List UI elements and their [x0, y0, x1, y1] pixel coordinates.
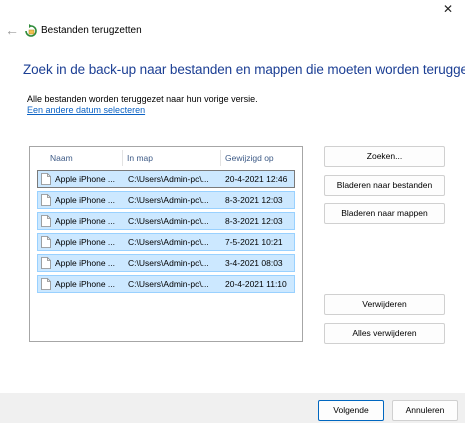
remove-all-button[interactable]: Alles verwijderen [324, 323, 445, 344]
file-modified: 8-3-2021 12:03 [225, 195, 283, 205]
file-name: Apple iPhone ... [55, 174, 116, 184]
list-item[interactable]: Apple iPhone ... C:\Users\Admin-pc\... 20-… [37, 170, 295, 188]
file-folder: C:\Users\Admin-pc\... [128, 195, 209, 205]
back-arrow-icon[interactable]: ← [4, 22, 20, 38]
column-header-name[interactable]: Naam [50, 149, 73, 167]
close-icon[interactable]: ✕ [431, 0, 465, 18]
file-name: Apple iPhone ... [55, 258, 116, 268]
column-separator[interactable] [122, 150, 123, 166]
file-icon [41, 215, 51, 227]
file-name: Apple iPhone ... [55, 216, 116, 226]
file-modified: 3-4-2021 08:03 [225, 258, 283, 268]
file-icon [41, 194, 51, 206]
window-title: Bestanden terugzetten [41, 25, 142, 36]
file-modified: 8-3-2021 12:03 [225, 216, 283, 226]
list-item[interactable]: Apple iPhone ... C:\Users\Admin-pc\... 8-3… [37, 191, 295, 209]
file-modified: 7-5-2021 10:21 [225, 237, 283, 247]
list-item[interactable]: Apple iPhone ... C:\Users\Admin-pc\... 7-5… [37, 233, 295, 251]
browse-files-button[interactable]: Bladeren naar bestanden [324, 175, 445, 196]
select-other-date-link[interactable]: Een andere datum selecteren [27, 105, 145, 115]
file-folder: C:\Users\Admin-pc\... [128, 174, 209, 184]
file-name: Apple iPhone ... [55, 279, 116, 289]
search-button[interactable]: Zoeken... [324, 146, 445, 167]
restore-app-icon [25, 24, 37, 37]
next-button[interactable]: Volgende [318, 400, 384, 421]
list-item[interactable]: Apple iPhone ... C:\Users\Admin-pc\... 8-3… [37, 212, 295, 230]
file-icon [41, 173, 51, 185]
column-header-modified[interactable]: Gewijzigd op [225, 149, 274, 167]
file-modified: 20-4-2021 11:10 [225, 279, 287, 289]
file-folder: C:\Users\Admin-pc\... [128, 216, 209, 226]
cancel-button[interactable]: Annuleren [392, 400, 458, 421]
file-folder: C:\Users\Admin-pc\... [128, 258, 209, 268]
column-separator[interactable] [220, 150, 221, 166]
file-modified: 20-4-2021 12:46 [225, 174, 288, 184]
page-heading: Zoek in de back-up naar bestanden en map… [23, 62, 465, 77]
list-item[interactable]: Apple iPhone ... C:\Users\Admin-pc\... 3-4… [37, 254, 295, 272]
file-name: Apple iPhone ... [55, 237, 116, 247]
file-folder: C:\Users\Admin-pc\... [128, 279, 209, 289]
file-icon [41, 236, 51, 248]
browse-folders-button[interactable]: Bladeren naar mappen [324, 203, 445, 224]
file-name: Apple iPhone ... [55, 195, 116, 205]
file-list[interactable]: Naam In map Gewijzigd op Apple iPhone ..… [29, 146, 303, 342]
info-text: Alle bestanden worden teruggezet naar hu… [27, 94, 258, 104]
list-item[interactable]: Apple iPhone ... C:\Users\Admin-pc\... 20-… [37, 275, 295, 293]
file-icon [41, 257, 51, 269]
file-icon [41, 278, 51, 290]
file-folder: C:\Users\Admin-pc\... [128, 237, 209, 247]
column-header-folder[interactable]: In map [127, 149, 153, 167]
remove-button[interactable]: Verwijderen [324, 294, 445, 315]
